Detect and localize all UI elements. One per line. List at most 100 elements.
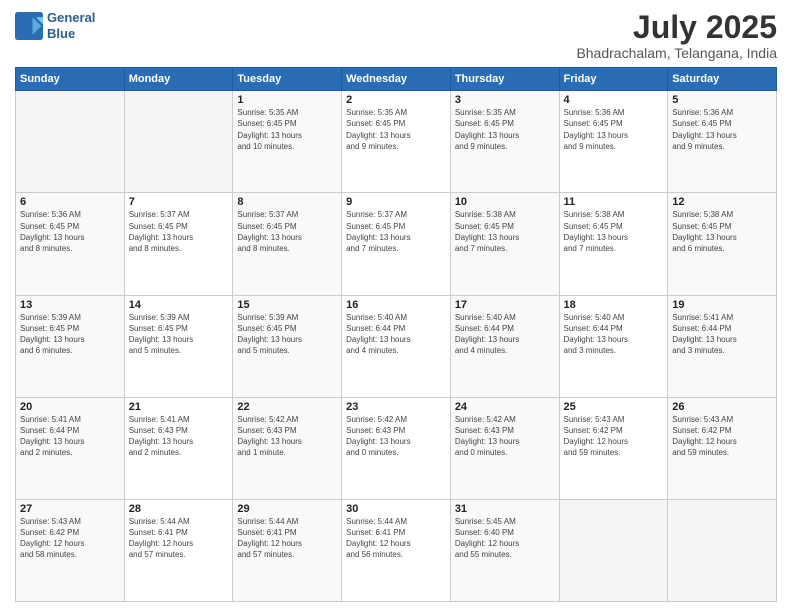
day-number: 14 (129, 299, 229, 311)
weekday-header: Wednesday (342, 68, 451, 91)
calendar-cell: 18Sunrise: 5:40 AM Sunset: 6:44 PM Dayli… (559, 295, 668, 397)
day-number: 8 (237, 196, 337, 208)
day-info: Sunrise: 5:40 AM Sunset: 6:44 PM Dayligh… (346, 312, 446, 357)
day-number: 31 (455, 503, 555, 515)
header: General Blue July 2025 Bhadrachalam, Tel… (15, 10, 777, 61)
day-info: Sunrise: 5:44 AM Sunset: 6:41 PM Dayligh… (129, 516, 229, 561)
day-number: 3 (455, 94, 555, 106)
day-info: Sunrise: 5:38 AM Sunset: 6:45 PM Dayligh… (672, 209, 772, 254)
day-number: 29 (237, 503, 337, 515)
calendar-cell: 1Sunrise: 5:35 AM Sunset: 6:45 PM Daylig… (233, 91, 342, 193)
day-info: Sunrise: 5:37 AM Sunset: 6:45 PM Dayligh… (346, 209, 446, 254)
day-number: 7 (129, 196, 229, 208)
calendar-cell: 2Sunrise: 5:35 AM Sunset: 6:45 PM Daylig… (342, 91, 451, 193)
day-number: 25 (564, 401, 664, 413)
calendar-cell: 26Sunrise: 5:43 AM Sunset: 6:42 PM Dayli… (668, 397, 777, 499)
calendar-cell: 13Sunrise: 5:39 AM Sunset: 6:45 PM Dayli… (16, 295, 125, 397)
calendar-cell: 17Sunrise: 5:40 AM Sunset: 6:44 PM Dayli… (450, 295, 559, 397)
calendar-cell: 6Sunrise: 5:36 AM Sunset: 6:45 PM Daylig… (16, 193, 125, 295)
calendar-week-row: 1Sunrise: 5:35 AM Sunset: 6:45 PM Daylig… (16, 91, 777, 193)
calendar-cell: 24Sunrise: 5:42 AM Sunset: 6:43 PM Dayli… (450, 397, 559, 499)
day-info: Sunrise: 5:45 AM Sunset: 6:40 PM Dayligh… (455, 516, 555, 561)
calendar-cell (124, 91, 233, 193)
calendar-cell: 27Sunrise: 5:43 AM Sunset: 6:42 PM Dayli… (16, 499, 125, 601)
weekday-header: Saturday (668, 68, 777, 91)
day-info: Sunrise: 5:40 AM Sunset: 6:44 PM Dayligh… (455, 312, 555, 357)
day-info: Sunrise: 5:41 AM Sunset: 6:44 PM Dayligh… (20, 414, 120, 459)
day-number: 21 (129, 401, 229, 413)
day-number: 6 (20, 196, 120, 208)
day-number: 19 (672, 299, 772, 311)
calendar-cell (16, 91, 125, 193)
day-info: Sunrise: 5:39 AM Sunset: 6:45 PM Dayligh… (237, 312, 337, 357)
day-info: Sunrise: 5:36 AM Sunset: 6:45 PM Dayligh… (564, 107, 664, 152)
day-number: 2 (346, 94, 446, 106)
day-number: 1 (237, 94, 337, 106)
calendar-cell: 12Sunrise: 5:38 AM Sunset: 6:45 PM Dayli… (668, 193, 777, 295)
calendar-week-row: 13Sunrise: 5:39 AM Sunset: 6:45 PM Dayli… (16, 295, 777, 397)
calendar-cell: 16Sunrise: 5:40 AM Sunset: 6:44 PM Dayli… (342, 295, 451, 397)
day-info: Sunrise: 5:42 AM Sunset: 6:43 PM Dayligh… (346, 414, 446, 459)
day-info: Sunrise: 5:39 AM Sunset: 6:45 PM Dayligh… (20, 312, 120, 357)
main-title: July 2025 (576, 10, 777, 45)
calendar-cell: 20Sunrise: 5:41 AM Sunset: 6:44 PM Dayli… (16, 397, 125, 499)
calendar-cell: 8Sunrise: 5:37 AM Sunset: 6:45 PM Daylig… (233, 193, 342, 295)
day-info: Sunrise: 5:35 AM Sunset: 6:45 PM Dayligh… (237, 107, 337, 152)
day-info: Sunrise: 5:36 AM Sunset: 6:45 PM Dayligh… (672, 107, 772, 152)
calendar-cell (559, 499, 668, 601)
calendar-cell: 9Sunrise: 5:37 AM Sunset: 6:45 PM Daylig… (342, 193, 451, 295)
weekday-header: Thursday (450, 68, 559, 91)
calendar-cell: 4Sunrise: 5:36 AM Sunset: 6:45 PM Daylig… (559, 91, 668, 193)
day-info: Sunrise: 5:41 AM Sunset: 6:44 PM Dayligh… (672, 312, 772, 357)
day-number: 28 (129, 503, 229, 515)
subtitle: Bhadrachalam, Telangana, India (576, 45, 777, 61)
page: General Blue July 2025 Bhadrachalam, Tel… (0, 0, 792, 612)
day-number: 22 (237, 401, 337, 413)
day-number: 10 (455, 196, 555, 208)
weekday-header: Monday (124, 68, 233, 91)
day-info: Sunrise: 5:43 AM Sunset: 6:42 PM Dayligh… (20, 516, 120, 561)
day-number: 23 (346, 401, 446, 413)
day-number: 24 (455, 401, 555, 413)
day-number: 11 (564, 196, 664, 208)
day-number: 27 (20, 503, 120, 515)
calendar-week-row: 27Sunrise: 5:43 AM Sunset: 6:42 PM Dayli… (16, 499, 777, 601)
weekday-header: Tuesday (233, 68, 342, 91)
calendar-cell: 28Sunrise: 5:44 AM Sunset: 6:41 PM Dayli… (124, 499, 233, 601)
day-info: Sunrise: 5:38 AM Sunset: 6:45 PM Dayligh… (455, 209, 555, 254)
day-info: Sunrise: 5:35 AM Sunset: 6:45 PM Dayligh… (455, 107, 555, 152)
day-info: Sunrise: 5:37 AM Sunset: 6:45 PM Dayligh… (129, 209, 229, 254)
calendar-cell: 15Sunrise: 5:39 AM Sunset: 6:45 PM Dayli… (233, 295, 342, 397)
calendar-cell: 3Sunrise: 5:35 AM Sunset: 6:45 PM Daylig… (450, 91, 559, 193)
calendar-table: SundayMondayTuesdayWednesdayThursdayFrid… (15, 67, 777, 602)
day-info: Sunrise: 5:40 AM Sunset: 6:44 PM Dayligh… (564, 312, 664, 357)
logo: General Blue (15, 10, 95, 41)
day-info: Sunrise: 5:41 AM Sunset: 6:43 PM Dayligh… (129, 414, 229, 459)
calendar-cell (668, 499, 777, 601)
day-info: Sunrise: 5:39 AM Sunset: 6:45 PM Dayligh… (129, 312, 229, 357)
calendar-cell: 7Sunrise: 5:37 AM Sunset: 6:45 PM Daylig… (124, 193, 233, 295)
day-number: 18 (564, 299, 664, 311)
day-info: Sunrise: 5:42 AM Sunset: 6:43 PM Dayligh… (237, 414, 337, 459)
day-number: 15 (237, 299, 337, 311)
day-info: Sunrise: 5:42 AM Sunset: 6:43 PM Dayligh… (455, 414, 555, 459)
day-info: Sunrise: 5:43 AM Sunset: 6:42 PM Dayligh… (564, 414, 664, 459)
day-info: Sunrise: 5:37 AM Sunset: 6:45 PM Dayligh… (237, 209, 337, 254)
day-number: 12 (672, 196, 772, 208)
calendar-cell: 5Sunrise: 5:36 AM Sunset: 6:45 PM Daylig… (668, 91, 777, 193)
day-info: Sunrise: 5:44 AM Sunset: 6:41 PM Dayligh… (237, 516, 337, 561)
day-number: 16 (346, 299, 446, 311)
calendar-header-row: SundayMondayTuesdayWednesdayThursdayFrid… (16, 68, 777, 91)
calendar-cell: 11Sunrise: 5:38 AM Sunset: 6:45 PM Dayli… (559, 193, 668, 295)
day-number: 17 (455, 299, 555, 311)
day-number: 26 (672, 401, 772, 413)
day-info: Sunrise: 5:43 AM Sunset: 6:42 PM Dayligh… (672, 414, 772, 459)
weekday-header: Sunday (16, 68, 125, 91)
calendar-cell: 21Sunrise: 5:41 AM Sunset: 6:43 PM Dayli… (124, 397, 233, 499)
calendar-cell: 14Sunrise: 5:39 AM Sunset: 6:45 PM Dayli… (124, 295, 233, 397)
day-number: 13 (20, 299, 120, 311)
logo-icon (15, 12, 43, 40)
day-number: 20 (20, 401, 120, 413)
day-info: Sunrise: 5:44 AM Sunset: 6:41 PM Dayligh… (346, 516, 446, 561)
title-block: July 2025 Bhadrachalam, Telangana, India (576, 10, 777, 61)
